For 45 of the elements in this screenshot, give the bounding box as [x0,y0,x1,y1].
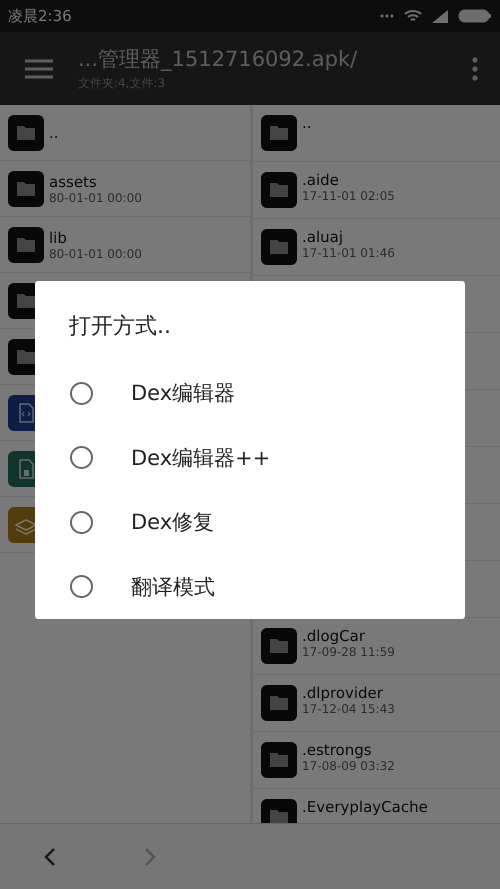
file-name[interactable]: .aide [302,171,395,189]
file-name[interactable]: .EveryplayCache [302,798,428,816]
option-label[interactable]: Dex修复 [131,508,214,536]
folder-icon [261,628,297,664]
file-date: 80-01-01 00:00 [49,190,142,204]
folder-icon [8,114,44,150]
folder-icon [261,115,297,151]
folder-icon [8,226,44,262]
file-date: 17-11-01 01:46 [302,246,395,260]
folder-icon [261,742,297,778]
radio-button[interactable] [70,446,93,470]
folder-icon [8,170,44,206]
radio-button[interactable] [70,382,93,405]
more-vertical-icon [472,56,478,80]
folder-icon [261,685,297,721]
option-label[interactable]: 翻译模式 [131,572,215,601]
file-date: 17-09-28 11:59 [302,645,395,659]
radio-button[interactable] [70,510,93,534]
file-name[interactable]: assets [49,172,142,190]
folder-icon [261,172,297,208]
file-name[interactable]: .estrongs [302,741,395,759]
file-name[interactable]: .. [302,114,312,132]
signal-icon [432,10,448,22]
option-label[interactable]: Dex编辑器++ [131,444,270,472]
file-name[interactable]: .dlprovider [302,684,395,702]
chevron-right-icon [143,846,157,866]
battery-icon [458,9,492,23]
file-name[interactable]: .aluaj [302,228,395,246]
option-label[interactable]: Dex编辑器 [131,379,236,408]
file-name[interactable]: .dlogCar [302,627,395,645]
file-name[interactable]: lib [49,228,142,246]
radio-button[interactable] [70,575,93,598]
file-name[interactable]: .. [49,124,59,142]
path-title: ...管理器_1512716092.apk/ [78,46,358,73]
more-dots-icon [380,14,394,18]
status-time: 凌晨2:36 [8,6,72,26]
dialog-title: 打开方式.. [69,313,172,341]
file-date: 17-08-09 03:32 [302,759,395,773]
folder-icon [261,229,297,265]
file-date: 17-11-01 02:05 [302,189,395,203]
file-date: 80-01-01 00:00 [49,246,142,260]
wifi-icon [404,9,422,23]
menu-icon [24,58,54,80]
file-date: 17-12-04 15:43 [302,702,395,716]
chevron-left-icon [43,846,57,866]
